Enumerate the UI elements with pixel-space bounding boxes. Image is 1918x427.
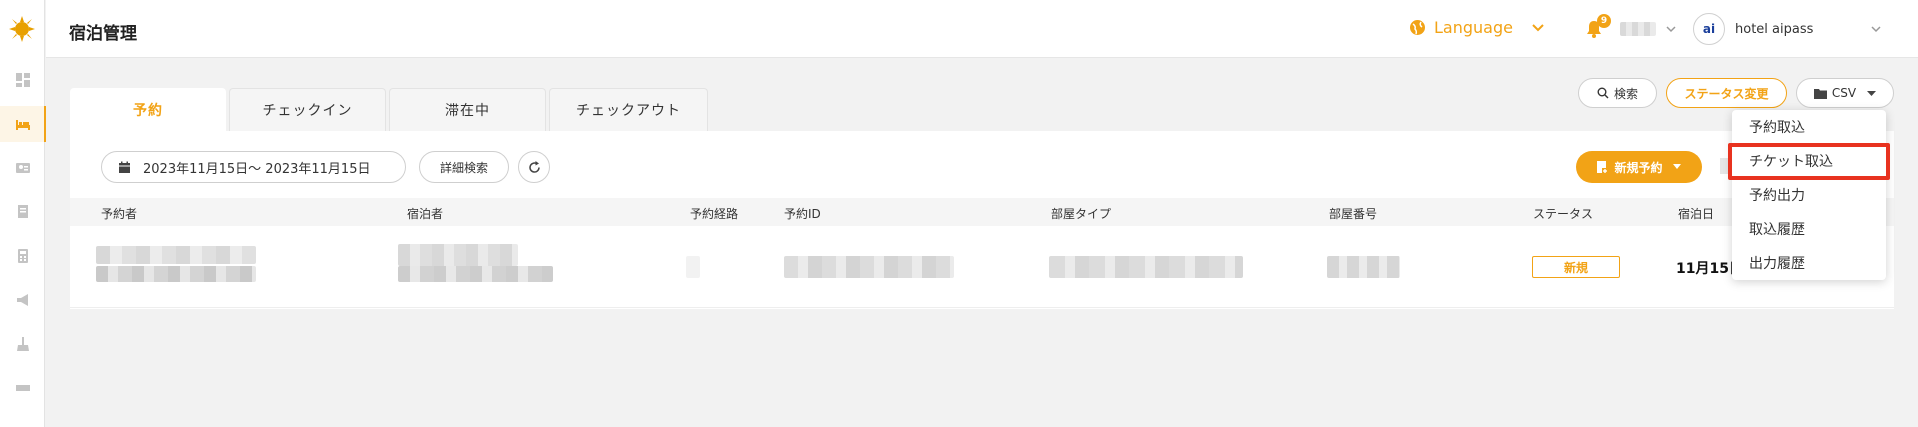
document-icon	[17, 205, 28, 218]
bed-icon	[15, 120, 30, 130]
column-header: 予約経路	[690, 207, 739, 221]
sidebar-item-dashboard[interactable]	[0, 62, 45, 98]
guest-detail-blurred	[398, 266, 553, 282]
globe-icon	[1410, 20, 1425, 35]
menu-item-export-reservations[interactable]: 予約出力	[1749, 185, 1805, 205]
column-header: ステータス	[1533, 207, 1594, 221]
menu-item-import-history[interactable]: 取込履歴	[1749, 219, 1805, 239]
status-badge: 新規	[1532, 256, 1620, 278]
sidebar-item-calculator[interactable]	[0, 238, 45, 274]
caret-down-icon	[1672, 164, 1681, 169]
table-row[interactable]	[70, 226, 1894, 308]
room-number-blurred	[1327, 256, 1400, 278]
detail-search-button[interactable]: 詳細検索	[419, 151, 509, 183]
column-header: 部屋タイプ	[1051, 207, 1112, 221]
column-header: 部屋番号	[1329, 207, 1378, 221]
column-header: 宿泊者	[407, 207, 444, 221]
new-reservation-label: 新規予約	[1614, 160, 1663, 175]
user-menu-chevron-icon[interactable]	[1666, 24, 1676, 34]
sidebar-item-announcements[interactable]	[0, 282, 45, 318]
route-blurred	[686, 256, 700, 278]
hotel-avatar[interactable]: ai	[1693, 13, 1725, 45]
sidebar-item-accommodation[interactable]	[0, 106, 46, 142]
csv-dropdown-menu: 予約取込 チケット取込 予約出力 取込履歴 出力履歴	[1732, 110, 1886, 280]
sidebar	[0, 0, 46, 427]
chevron-down-icon	[1532, 23, 1544, 31]
date-range-text: 2023年11月15日～ 2023年11月15日	[143, 161, 371, 177]
calculator-icon	[17, 249, 28, 263]
reserver-detail-blurred	[96, 266, 256, 282]
page-title: 宿泊管理	[69, 24, 137, 44]
csv-label: CSV	[1831, 86, 1857, 100]
tab-staying[interactable]: 滞在中	[389, 88, 546, 131]
hotel-name[interactable]: hotel aipass	[1735, 22, 1813, 37]
sidebar-item-guest[interactable]	[0, 150, 45, 186]
reservation-id-blurred	[784, 256, 954, 278]
menu-item-export-history[interactable]: 出力履歴	[1749, 253, 1805, 273]
truncated-control	[1720, 158, 1728, 174]
tab-reservation[interactable]: 予約	[70, 88, 226, 131]
csv-button[interactable]: CSV	[1796, 78, 1894, 108]
id-card-icon	[15, 163, 30, 173]
reservation-tabs: 予約 チェックイン 滞在中 チェックアウト	[70, 88, 711, 131]
tab-checkin[interactable]: チェックイン	[229, 88, 386, 131]
sidebar-item-cleaning[interactable]	[0, 326, 45, 362]
ticket-icon	[15, 385, 30, 391]
search-label: 検索	[1613, 86, 1638, 101]
calendar-icon	[119, 161, 130, 173]
folder-icon	[1813, 88, 1827, 99]
language-selector[interactable]: Language	[1409, 18, 1545, 37]
column-header: 宿泊日	[1678, 207, 1715, 221]
search-button[interactable]: 検索	[1578, 78, 1657, 108]
menu-item-import-tickets[interactable]: チケット取込	[1749, 151, 1833, 171]
tab-checkout[interactable]: チェックアウト	[549, 88, 708, 131]
broom-icon	[16, 337, 29, 351]
menu-item-import-reservations[interactable]: 予約取込	[1749, 117, 1805, 137]
language-label: Language	[1434, 18, 1513, 37]
new-document-icon	[1597, 160, 1609, 174]
new-reservation-button[interactable]: 新規予約	[1576, 151, 1702, 183]
refresh-icon	[528, 160, 540, 173]
table-header: 予約者 宿泊者 予約経路 予約ID 部屋タイプ 部屋番号 ステータス 宿泊日	[70, 198, 1894, 226]
sidebar-item-tickets[interactable]	[0, 370, 45, 406]
room-type-blurred	[1049, 256, 1243, 278]
hotel-menu-chevron-icon[interactable]	[1871, 24, 1881, 34]
guest-name-blurred	[398, 244, 518, 266]
sidebar-item-documents[interactable]	[0, 194, 45, 230]
column-header: 予約ID	[784, 207, 821, 221]
notification-count-badge: 9	[1597, 14, 1611, 28]
megaphone-icon	[16, 294, 28, 306]
reserver-name-blurred	[96, 246, 256, 264]
refresh-button[interactable]	[518, 151, 550, 183]
status-change-button[interactable]: ステータス変更	[1666, 78, 1787, 108]
date-range-filter[interactable]: 2023年11月15日～ 2023年11月15日	[101, 151, 406, 183]
user-name-blurred	[1620, 22, 1656, 36]
column-header: 予約者	[101, 207, 138, 221]
dashboard-icon	[15, 73, 30, 87]
caret-down-icon	[1867, 90, 1877, 96]
search-icon	[1597, 87, 1609, 99]
logo-icon[interactable]	[9, 16, 35, 42]
